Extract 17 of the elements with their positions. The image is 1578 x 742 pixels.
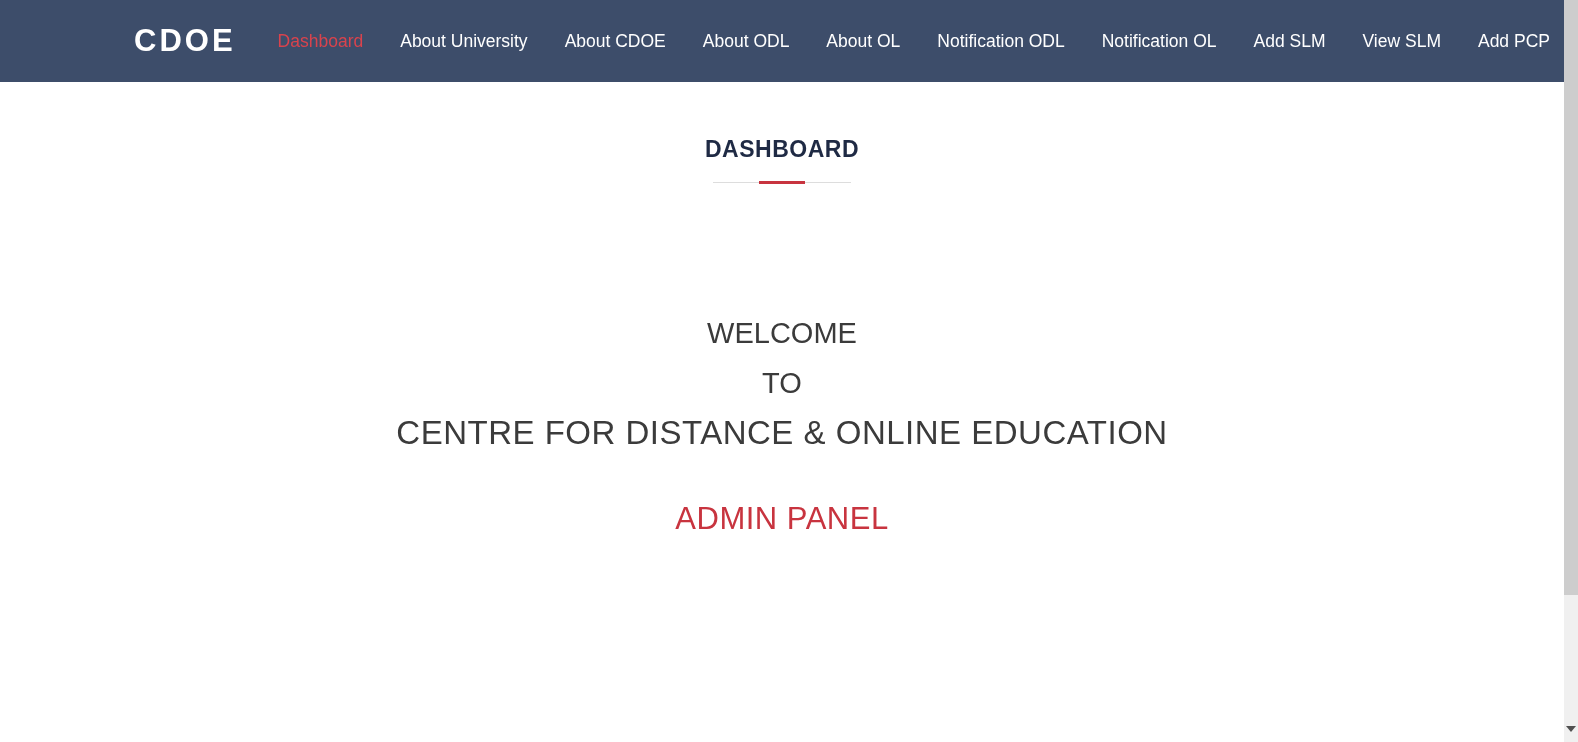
nav-link[interactable]: Add SLM	[1253, 27, 1326, 55]
nav-link[interactable]: About CDOE	[564, 27, 666, 55]
nav-link[interactable]: Add PCP	[1477, 27, 1550, 55]
scroll-down-icon[interactable]	[1566, 726, 1576, 732]
nav-link[interactable]: Notification OL	[1101, 27, 1217, 55]
welcome-heading-line: TO	[762, 365, 802, 401]
scrollbar-thumb[interactable]	[1564, 0, 1578, 595]
nav-link[interactable]: About OL	[826, 27, 901, 55]
nav-link[interactable]: About University	[400, 27, 528, 55]
brand-logo[interactable]: CDOE	[134, 17, 236, 65]
welcome-heading-line: WELCOME	[707, 315, 857, 351]
section-title: DASHBOARD	[705, 135, 859, 164]
nav-link[interactable]: View SLM	[1362, 27, 1441, 55]
admin-panel-heading: ADMIN PANEL	[675, 499, 889, 538]
nav-link[interactable]: Notification ODL	[937, 27, 1065, 55]
nav-link[interactable]: About ODL	[702, 27, 790, 55]
welcome-heading-line: CENTRE FOR DISTANCE & ONLINE EDUCATION	[396, 412, 1168, 453]
